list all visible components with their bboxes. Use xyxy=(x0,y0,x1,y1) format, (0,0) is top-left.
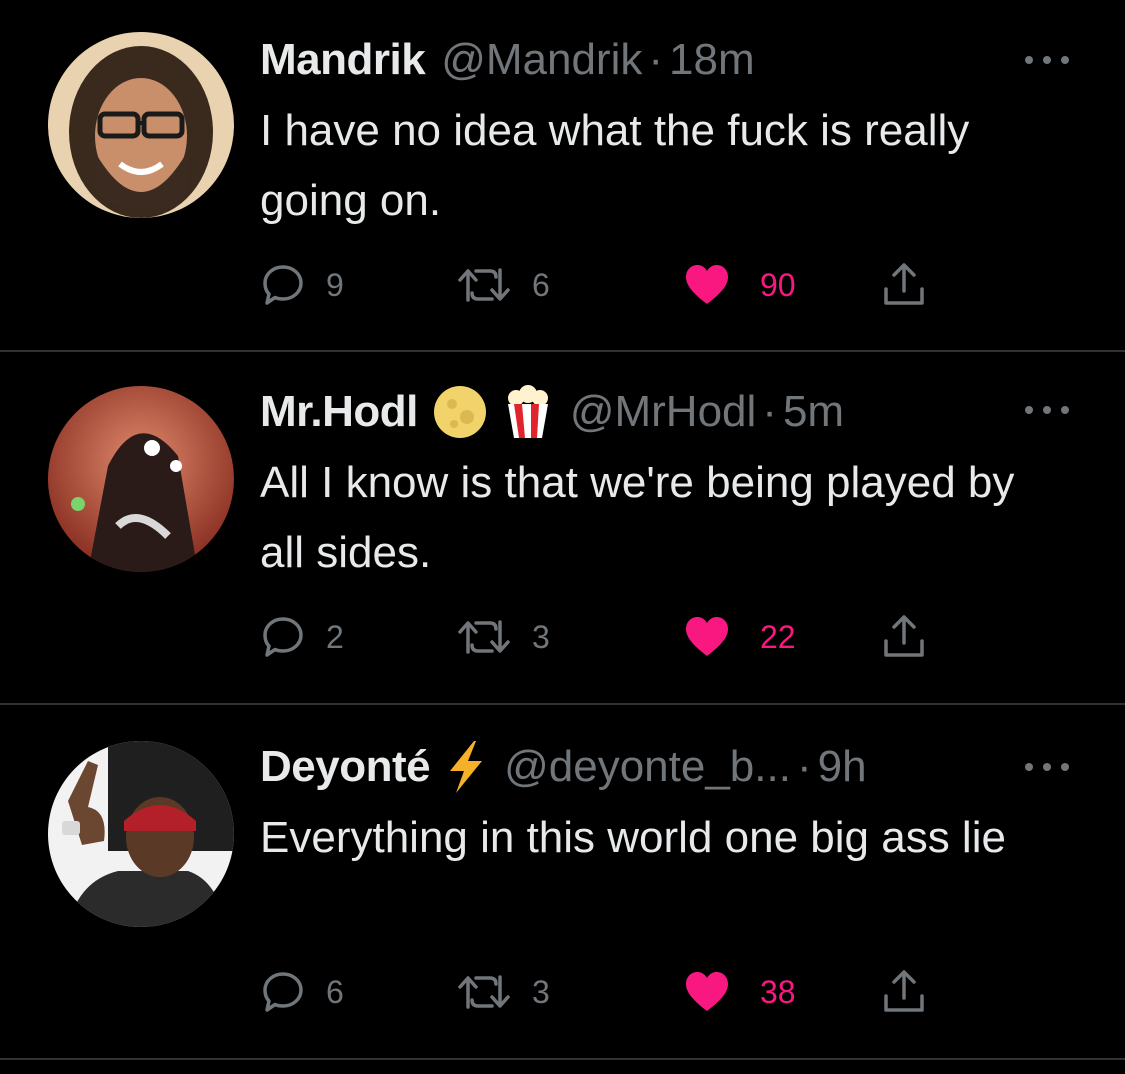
share-button[interactable] xyxy=(880,967,928,1017)
lightning-icon xyxy=(444,739,488,795)
tweet-header: Deyonté @deyonte_b... · 9h xyxy=(260,739,867,795)
reply-icon xyxy=(263,972,303,1012)
avatar[interactable] xyxy=(48,741,234,927)
retweet-icon xyxy=(458,620,510,654)
divider xyxy=(0,1058,1125,1060)
display-name[interactable]: Mandrik xyxy=(260,32,426,88)
like-button[interactable]: 22 xyxy=(684,612,796,662)
retweet-count: 3 xyxy=(532,973,550,1010)
like-button[interactable]: 38 xyxy=(684,967,796,1017)
retweet-count: 3 xyxy=(532,618,550,655)
tweet-text: All I know is that we're being played by… xyxy=(260,458,1015,577)
tweet-header: Mr.Hodl @MrHodl · 5m xyxy=(260,384,844,440)
handle[interactable]: @deyonte_b... xyxy=(504,739,791,795)
timestamp[interactable]: 18m xyxy=(669,32,755,88)
action-bar: 2 3 22 xyxy=(260,612,980,662)
reply-icon xyxy=(263,617,303,657)
tweet[interactable]: Mandrik @Mandrik · 18m I have no idea wh… xyxy=(0,0,1125,352)
tweet[interactable]: Deyonté @deyonte_b... · 9h Everything in… xyxy=(0,705,1125,1060)
reply-count: 2 xyxy=(326,618,344,655)
reply-button[interactable]: 6 xyxy=(260,967,344,1017)
retweet-button[interactable]: 3 xyxy=(456,967,550,1017)
like-count: 90 xyxy=(760,266,796,303)
retweet-button[interactable]: 6 xyxy=(456,260,550,310)
like-count: 22 xyxy=(760,618,796,655)
more-icon[interactable] xyxy=(1025,755,1069,779)
tweet-header: Mandrik @Mandrik · 18m xyxy=(260,32,755,88)
retweet-button[interactable]: 3 xyxy=(456,612,550,662)
like-button[interactable]: 90 xyxy=(684,260,796,310)
separator: · xyxy=(648,35,664,84)
separator: · xyxy=(762,387,777,436)
timestamp[interactable]: 5m xyxy=(783,384,844,440)
like-count: 38 xyxy=(760,973,796,1010)
reply-icon xyxy=(263,265,303,305)
tweet-text: Everything in this world one big ass lie xyxy=(260,813,1006,862)
popcorn-icon xyxy=(502,384,554,440)
avatar[interactable] xyxy=(48,32,234,218)
timestamp[interactable]: 9h xyxy=(818,739,867,795)
reply-count: 9 xyxy=(326,266,344,303)
share-icon xyxy=(884,970,924,1012)
handle[interactable]: @Mandrik xyxy=(441,32,642,88)
action-bar: 6 3 38 xyxy=(260,967,980,1017)
action-bar: 9 6 90 xyxy=(260,260,980,310)
share-icon xyxy=(884,615,924,657)
retweet-icon xyxy=(458,268,510,302)
timeline: Mandrik @Mandrik · 18m I have no idea wh… xyxy=(0,0,1125,1074)
moon-icon xyxy=(432,384,488,440)
reply-button[interactable]: 2 xyxy=(260,612,344,662)
reply-count: 6 xyxy=(326,973,344,1010)
share-icon xyxy=(884,263,924,305)
display-name[interactable]: Mr.Hodl xyxy=(260,384,418,440)
more-icon[interactable] xyxy=(1025,398,1069,422)
share-button[interactable] xyxy=(880,260,928,310)
heart-icon xyxy=(686,617,728,656)
tweet-text: I have no idea what the fuck is really g… xyxy=(260,106,970,225)
tweet[interactable]: Mr.Hodl @MrHodl · 5m All I know is that … xyxy=(0,352,1125,705)
retweet-count: 6 xyxy=(532,266,550,303)
separator: · xyxy=(796,742,812,791)
reply-button[interactable]: 9 xyxy=(260,260,344,310)
retweet-icon xyxy=(458,975,510,1009)
heart-icon xyxy=(686,265,728,304)
heart-icon xyxy=(686,972,728,1011)
handle[interactable]: @MrHodl xyxy=(570,384,756,440)
more-icon[interactable] xyxy=(1025,48,1069,72)
share-button[interactable] xyxy=(880,612,928,662)
display-name[interactable]: Deyonté xyxy=(260,739,431,795)
avatar[interactable] xyxy=(48,386,234,572)
